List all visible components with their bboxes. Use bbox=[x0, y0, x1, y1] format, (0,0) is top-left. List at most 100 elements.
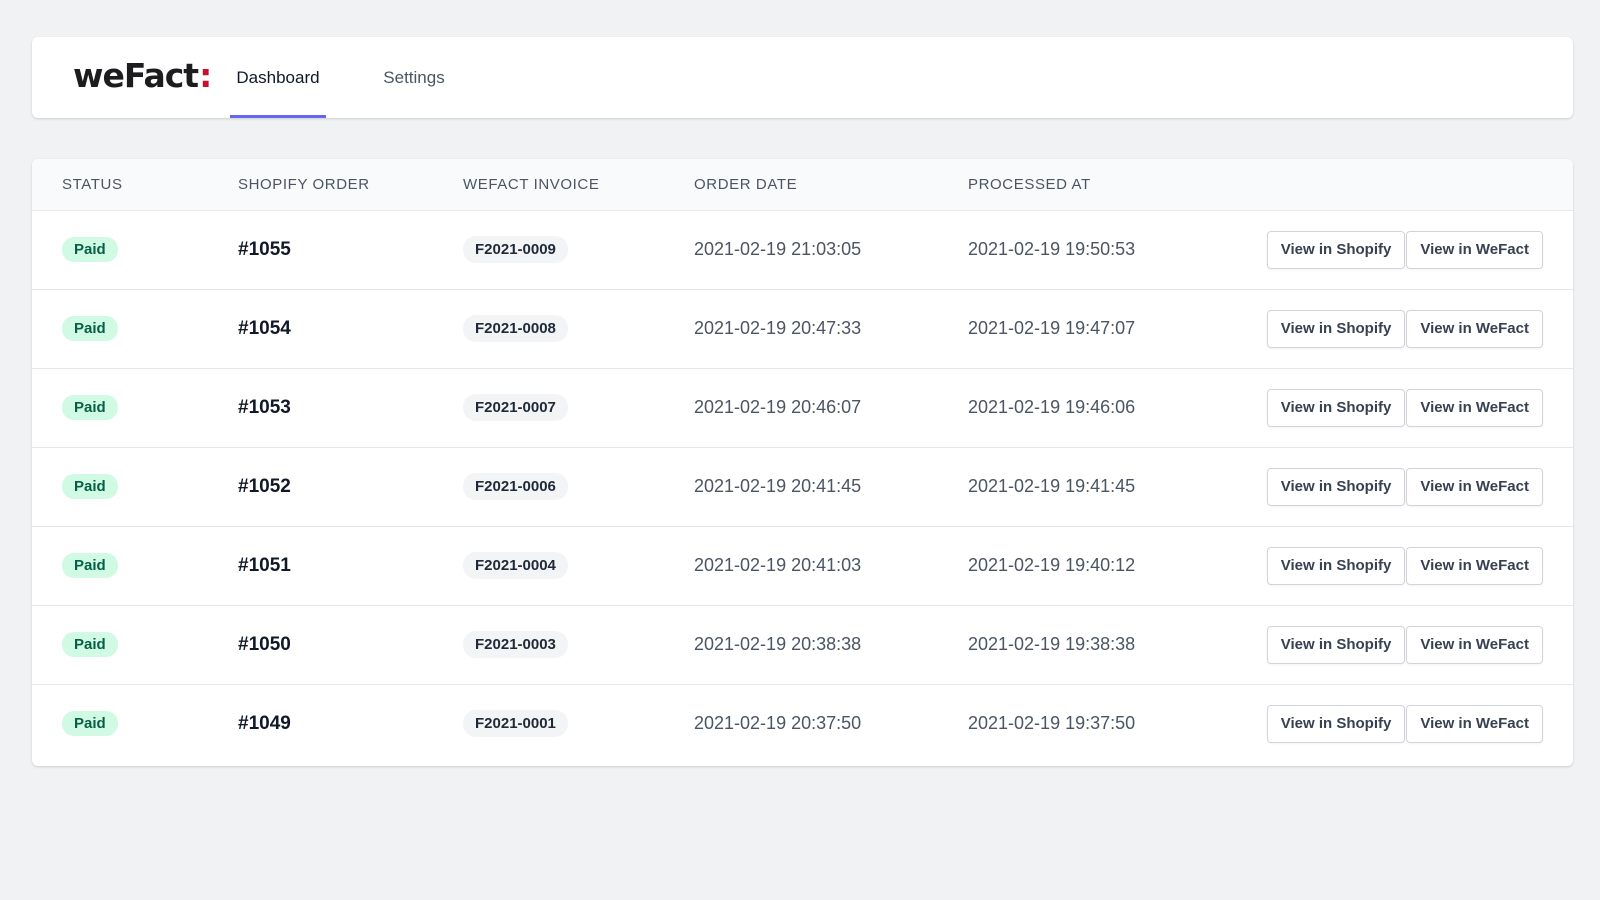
view-in-wefact-button[interactable]: View in WeFact bbox=[1406, 309, 1543, 348]
status-cell: Paid bbox=[32, 604, 208, 684]
table-row: Paid #1051 F2021-0004 2021-02-19 20:41:0… bbox=[32, 525, 1573, 605]
invoice-cell: F2021-0007 bbox=[433, 367, 664, 447]
view-in-wefact-button[interactable]: View in WeFact bbox=[1406, 546, 1543, 585]
actions-cell: View in Shopify View in WeFact bbox=[1198, 525, 1573, 605]
order-date-cell: 2021-02-19 20:41:45 bbox=[664, 446, 938, 526]
order-date-cell: 2021-02-19 20:37:50 bbox=[664, 683, 938, 763]
shopify-order-number: #1051 bbox=[238, 554, 291, 576]
processed-at: 2021-02-19 19:37:50 bbox=[968, 713, 1136, 734]
processed-at: 2021-02-19 19:38:38 bbox=[968, 634, 1136, 654]
status-badge: Paid bbox=[62, 395, 118, 420]
order-date: 2021-02-19 20:47:33 bbox=[694, 318, 862, 338]
order-date: 2021-02-19 20:37:50 bbox=[694, 713, 862, 734]
processed-at-cell: 2021-02-19 19:47:07 bbox=[938, 288, 1198, 368]
view-in-wefact-button[interactable]: View in WeFact bbox=[1406, 388, 1543, 427]
order-date-cell: 2021-02-19 20:46:07 bbox=[664, 367, 938, 447]
processed-at: 2021-02-19 19:41:45 bbox=[968, 476, 1136, 496]
invoice-cell: F2021-0003 bbox=[433, 604, 664, 684]
wefact-invoice-number: F2021-0004 bbox=[463, 552, 568, 579]
processed-at: 2021-02-19 19:46:06 bbox=[968, 397, 1136, 417]
order-date: 2021-02-19 20:38:38 bbox=[694, 634, 862, 654]
view-in-shopify-button[interactable]: View in Shopify bbox=[1266, 309, 1406, 348]
wefact-invoice-number: F2021-0006 bbox=[463, 473, 568, 500]
order-cell: #1051 bbox=[208, 525, 433, 605]
table-body: Paid #1055 F2021-0009 2021-02-19 21:03:0… bbox=[32, 210, 1573, 763]
view-in-shopify-button[interactable]: View in Shopify bbox=[1266, 388, 1406, 427]
order-cell: #1053 bbox=[208, 367, 433, 447]
logo-colon: : bbox=[199, 56, 212, 95]
view-in-shopify-button[interactable]: View in Shopify bbox=[1266, 467, 1406, 506]
order-date-cell: 2021-02-19 20:38:38 bbox=[664, 604, 938, 684]
status-badge: Paid bbox=[62, 474, 118, 499]
actions-cell: View in Shopify View in WeFact bbox=[1198, 210, 1573, 289]
processed-at-cell: 2021-02-19 19:38:38 bbox=[938, 604, 1198, 684]
order-date: 2021-02-19 20:41:45 bbox=[694, 476, 862, 496]
shopify-order-number: #1050 bbox=[238, 633, 291, 655]
order-cell: #1052 bbox=[208, 446, 433, 526]
status-badge: Paid bbox=[62, 553, 118, 578]
actions-cell: View in Shopify View in WeFact bbox=[1198, 288, 1573, 368]
wefact-invoice-number: F2021-0008 bbox=[463, 315, 568, 342]
shopify-order-number: #1054 bbox=[238, 317, 291, 339]
table-row: Paid #1054 F2021-0008 2021-02-19 20:47:3… bbox=[32, 288, 1573, 368]
table-row: Paid #1049 F2021-0001 2021-02-19 20:37:5… bbox=[32, 683, 1573, 763]
processed-at: 2021-02-19 19:40:12 bbox=[968, 555, 1136, 575]
table-row: Paid #1050 F2021-0003 2021-02-19 20:38:3… bbox=[32, 604, 1573, 684]
order-date: 2021-02-19 21:03:05 bbox=[694, 239, 862, 259]
view-in-wefact-button[interactable]: View in WeFact bbox=[1406, 230, 1543, 269]
wefact-invoice-number: F2021-0009 bbox=[463, 236, 568, 263]
header-row: STATUS SHOPIFY ORDER WEFACT INVOICE ORDE… bbox=[32, 159, 1573, 211]
order-date: 2021-02-19 20:46:07 bbox=[694, 397, 862, 417]
status-badge: Paid bbox=[62, 237, 118, 262]
order-cell: #1050 bbox=[208, 604, 433, 684]
view-in-wefact-button[interactable]: View in WeFact bbox=[1406, 704, 1543, 743]
order-cell: #1054 bbox=[208, 288, 433, 368]
invoice-cell: F2021-0009 bbox=[433, 210, 664, 289]
status-cell: Paid bbox=[32, 367, 208, 447]
status-badge: Paid bbox=[62, 632, 118, 657]
invoice-cell: F2021-0001 bbox=[433, 683, 664, 763]
invoice-cell: F2021-0006 bbox=[433, 446, 664, 526]
actions-cell: View in Shopify View in WeFact bbox=[1198, 604, 1573, 684]
tab-settings-label: Settings bbox=[383, 67, 445, 87]
order-cell: #1049 bbox=[208, 683, 433, 763]
status-badge: Paid bbox=[62, 316, 118, 341]
view-in-shopify-button[interactable]: View in Shopify bbox=[1266, 625, 1406, 664]
view-in-shopify-button[interactable]: View in Shopify bbox=[1266, 230, 1406, 269]
processed-at-cell: 2021-02-19 19:40:12 bbox=[938, 525, 1198, 605]
processed-at: 2021-02-19 19:47:07 bbox=[968, 318, 1136, 338]
invoice-cell: F2021-0008 bbox=[433, 288, 664, 368]
view-in-shopify-button[interactable]: View in Shopify bbox=[1266, 546, 1406, 585]
status-cell: Paid bbox=[32, 525, 208, 605]
processed-at: 2021-02-19 19:50:53 bbox=[968, 239, 1136, 259]
header-actions bbox=[1198, 159, 1573, 211]
view-in-wefact-button[interactable]: View in WeFact bbox=[1406, 467, 1543, 506]
wefact-logo[interactable]: weFact: bbox=[73, 56, 212, 96]
processed-at-cell: 2021-02-19 19:37:50 bbox=[938, 683, 1198, 763]
tab-settings[interactable]: Settings bbox=[369, 37, 459, 118]
table-row: Paid #1055 F2021-0009 2021-02-19 21:03:0… bbox=[32, 210, 1573, 289]
shopify-order-number: #1053 bbox=[238, 396, 291, 418]
shopify-order-number: #1052 bbox=[238, 475, 291, 497]
table-row: Paid #1053 F2021-0007 2021-02-19 20:46:0… bbox=[32, 367, 1573, 447]
orders-table-card: STATUS SHOPIFY ORDER WEFACT INVOICE ORDE… bbox=[32, 159, 1573, 766]
table-header: STATUS SHOPIFY ORDER WEFACT INVOICE ORDE… bbox=[32, 159, 1573, 211]
status-cell: Paid bbox=[32, 210, 208, 289]
processed-at-cell: 2021-02-19 19:41:45 bbox=[938, 446, 1198, 526]
tab-dashboard-label: Dashboard bbox=[236, 67, 320, 87]
logo-text: weFact bbox=[73, 56, 199, 95]
header-wefact-invoice: WEFACT INVOICE bbox=[433, 159, 664, 211]
view-in-shopify-button[interactable]: View in Shopify bbox=[1266, 704, 1406, 743]
table-row: Paid #1052 F2021-0006 2021-02-19 20:41:4… bbox=[32, 446, 1573, 526]
order-date-cell: 2021-02-19 21:03:05 bbox=[664, 210, 938, 289]
orders-table: STATUS SHOPIFY ORDER WEFACT INVOICE ORDE… bbox=[32, 159, 1573, 763]
wefact-invoice-number: F2021-0003 bbox=[463, 631, 568, 658]
processed-at-cell: 2021-02-19 19:50:53 bbox=[938, 210, 1198, 289]
actions-cell: View in Shopify View in WeFact bbox=[1198, 683, 1573, 763]
header-processed-at: PROCESSED AT bbox=[938, 159, 1198, 211]
order-date: 2021-02-19 20:41:03 bbox=[694, 555, 862, 575]
tab-dashboard[interactable]: Dashboard bbox=[230, 37, 326, 118]
header-status: STATUS bbox=[32, 159, 208, 211]
status-cell: Paid bbox=[32, 446, 208, 526]
view-in-wefact-button[interactable]: View in WeFact bbox=[1406, 625, 1543, 664]
